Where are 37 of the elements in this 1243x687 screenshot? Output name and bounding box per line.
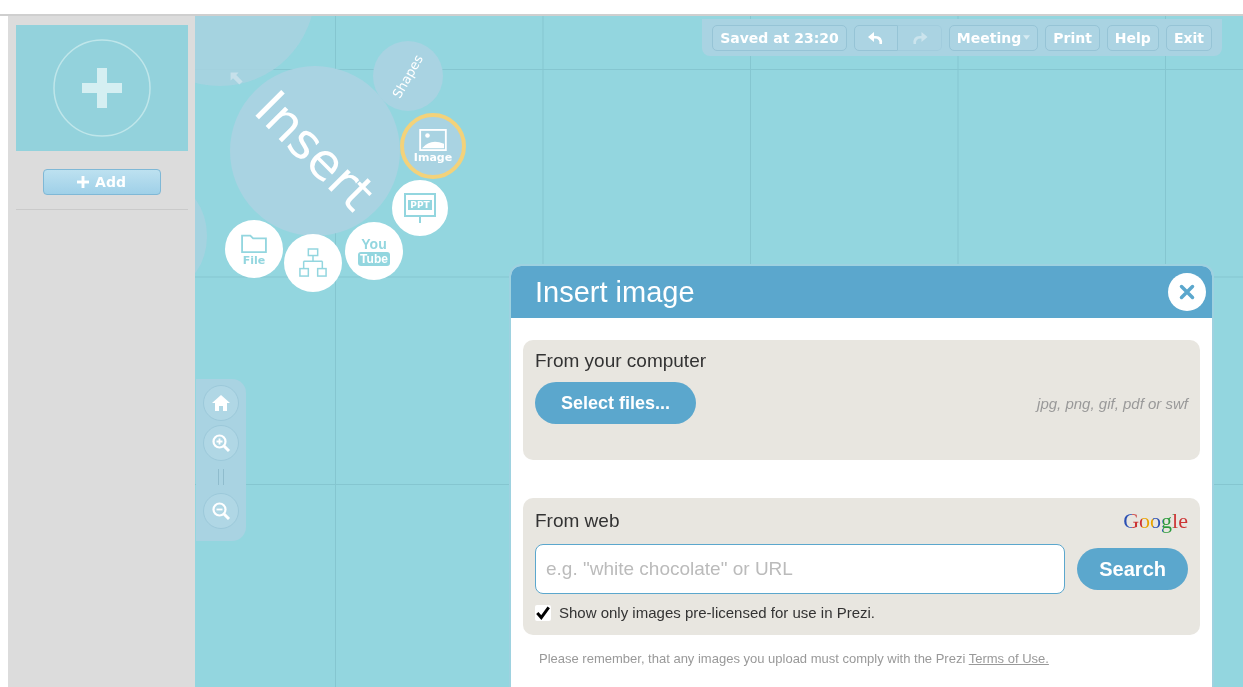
youtube-bubble[interactable]: You Tube bbox=[345, 222, 403, 280]
add-button[interactable]: Add bbox=[42, 169, 161, 195]
search-button[interactable]: Search bbox=[1077, 548, 1188, 590]
toolbar-button[interactable]: Exit bbox=[1165, 24, 1212, 51]
select-files-button[interactable]: Select files... bbox=[535, 382, 697, 424]
diagram-bubble[interactable] bbox=[284, 234, 342, 292]
toolbar-button[interactable]: Print bbox=[1045, 24, 1100, 51]
checkbox[interactable] bbox=[535, 604, 551, 621]
zoom-out-button[interactable] bbox=[203, 493, 239, 529]
caret-icon bbox=[1023, 35, 1031, 40]
zoom-out-icon bbox=[211, 501, 231, 521]
menu-button[interactable]: Meeting bbox=[948, 24, 1039, 51]
home-button[interactable] bbox=[203, 385, 239, 421]
arrow-icon[interactable] bbox=[229, 71, 245, 87]
zoom-in-icon bbox=[211, 433, 231, 453]
close-button[interactable] bbox=[1168, 273, 1206, 311]
section-heading: From your computer bbox=[535, 350, 708, 372]
ppt-bubble[interactable]: PPT bbox=[390, 178, 450, 238]
terms-link[interactable]: Terms of Use. bbox=[968, 651, 1049, 666]
search-field[interactable]: e.g. "white chocolate" or URL bbox=[535, 544, 1066, 594]
checkbox-label: Show only images pre-licensed for use in Prezi. bbox=[559, 604, 875, 621]
plus-icon bbox=[77, 176, 90, 188]
image-bubble[interactable]: Image bbox=[400, 113, 466, 179]
save-status: Saved at 23:20 bbox=[712, 24, 847, 51]
toolbar-button[interactable]: Help bbox=[1106, 24, 1159, 51]
file-bubble[interactable]: File bbox=[225, 220, 283, 278]
section-heading: From web bbox=[535, 510, 620, 532]
picture-icon bbox=[419, 128, 447, 151]
terms-note: Please remember, that any images you upload must comply with the Prezi Terms of Use. bbox=[539, 651, 1050, 666]
dialog-title: Insert image bbox=[535, 275, 695, 309]
undo-button[interactable] bbox=[853, 24, 898, 51]
zoom-in-button[interactable] bbox=[203, 425, 239, 461]
home-icon bbox=[211, 393, 231, 413]
slide-thumbnail[interactable] bbox=[15, 25, 188, 151]
diagram-icon bbox=[299, 248, 327, 278]
formats-hint: jpg, png, gif, pdf or swf bbox=[1037, 394, 1188, 412]
plus-icon bbox=[51, 38, 152, 138]
